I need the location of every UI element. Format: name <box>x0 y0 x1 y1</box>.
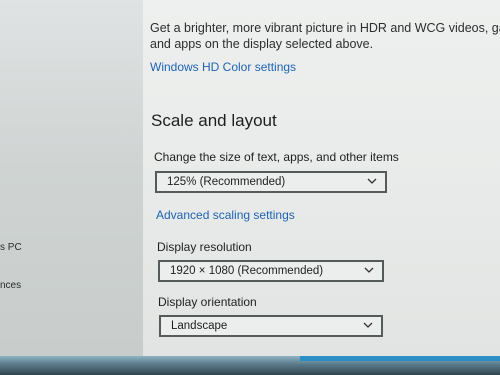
resolution-label: Display resolution <box>157 240 252 254</box>
hdr-description-line1: Get a brighter, more vibrant picture in … <box>150 21 500 35</box>
orientation-dropdown[interactable]: Landscape <box>159 315 383 337</box>
chevron-down-icon <box>363 322 373 328</box>
advanced-scaling-settings-link[interactable]: Advanced scaling settings <box>156 208 295 222</box>
chevron-down-icon <box>367 178 377 184</box>
scale-value: 125% (Recommended) <box>167 176 286 188</box>
section-title-scale-layout: Scale and layout <box>151 111 277 130</box>
orientation-value: Landscape <box>171 320 228 332</box>
windows-hd-color-settings-link[interactable]: Windows HD Color settings <box>150 60 296 74</box>
sidebar-item-preferences[interactable]: nces <box>0 280 21 291</box>
resolution-value: 1920 × 1080 (Recommended) <box>170 265 324 277</box>
settings-window: s PC nces Get a brighter, more vibrant p… <box>0 0 500 375</box>
hdr-description-line2: and apps on the display selected above. <box>150 37 374 51</box>
scale-label: Change the size of text, apps, and other… <box>154 150 399 164</box>
resolution-dropdown[interactable]: 1920 × 1080 (Recommended) <box>158 260 384 282</box>
orientation-label: Display orientation <box>158 295 257 309</box>
taskbar-accent <box>300 356 500 361</box>
sidebar: s PC nces <box>0 0 143 375</box>
sidebar-item-this-pc[interactable]: s PC <box>0 242 22 253</box>
chevron-down-icon <box>364 267 374 273</box>
scale-dropdown[interactable]: 125% (Recommended) <box>155 171 387 193</box>
